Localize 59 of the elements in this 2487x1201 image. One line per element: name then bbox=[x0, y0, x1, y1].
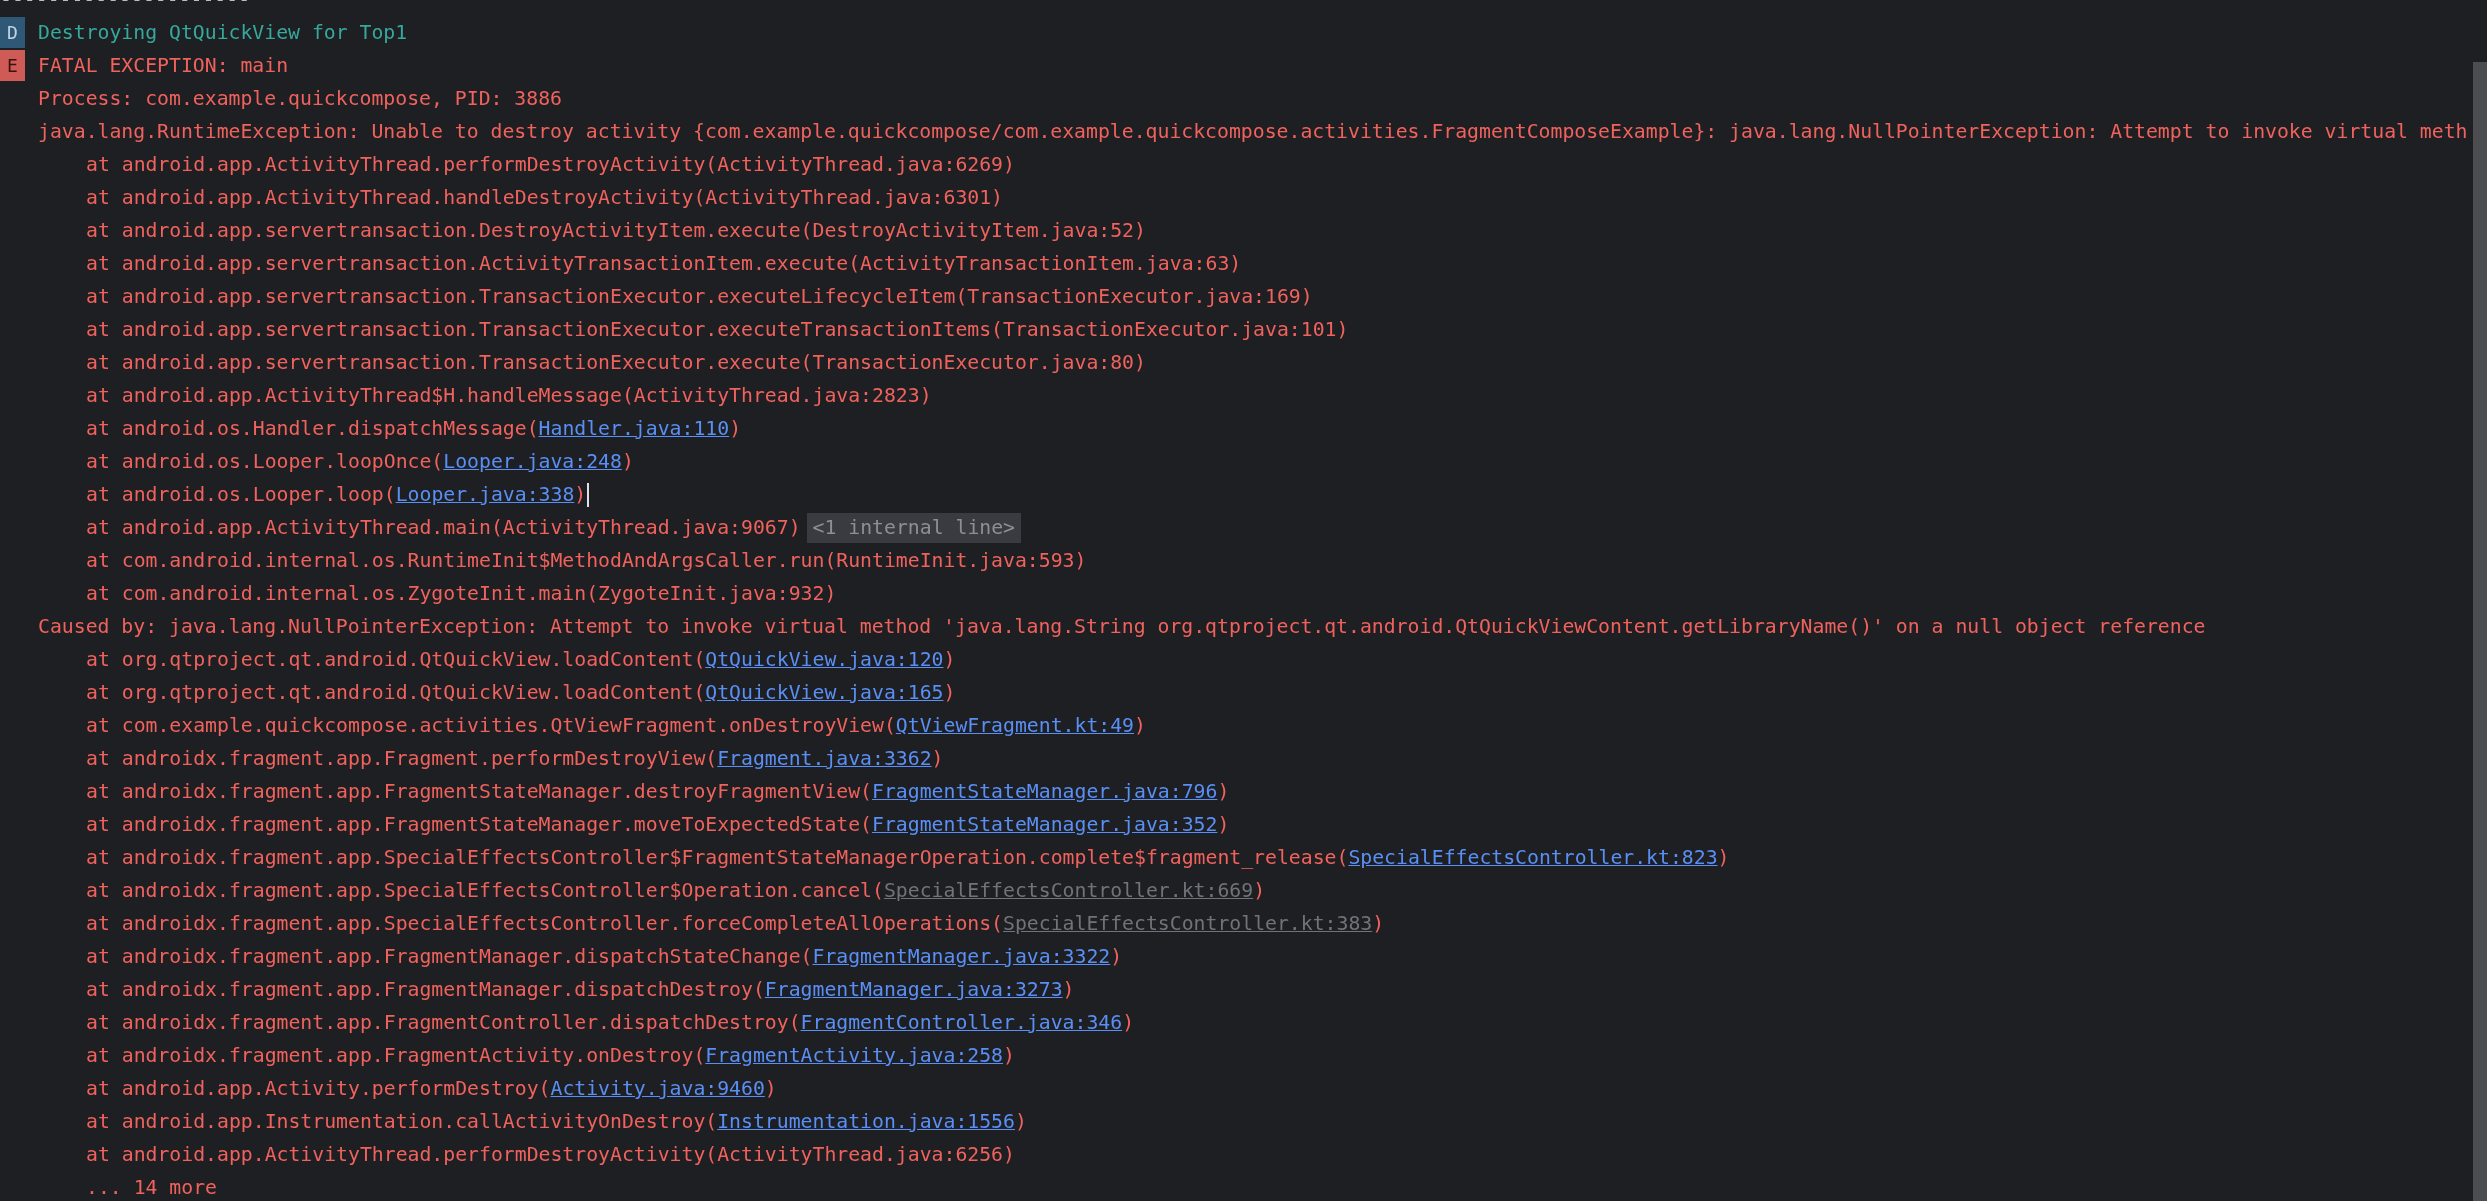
source-link[interactable]: QtViewFragment.kt:49 bbox=[895, 714, 1135, 737]
source-link[interactable]: QtQuickView.java:120 bbox=[705, 648, 944, 671]
stack-frame: at android.app.servertransaction.DestroyActivityItem.execute(DestroyActivityItem.java:52) bbox=[38, 219, 1146, 242]
stack-frame: at androidx.fragment.app.FragmentManager.dispatchDestroy(FragmentManager.java:3273) bbox=[38, 978, 1075, 1001]
stack-frame: at org.qtproject.qt.android.QtQuickView.loadContent(QtQuickView.java:165) bbox=[38, 681, 956, 704]
stack-frame: at android.app.Instrumentation.callActivityOnDestroy(Instrumentation.java:1556) bbox=[38, 1110, 1027, 1133]
source-link[interactable]: Instrumentation.java:1556 bbox=[717, 1110, 1015, 1133]
log-message: java.lang.RuntimeException: Unable to destroy activity {com.example.quickcompose/com.example.quickcompose.activities.FragmentComposeExample}: java.lang.NullPointerException: Attempt to invoke virtual meth bbox=[38, 120, 2468, 143]
stack-frame: at androidx.fragment.app.SpecialEffectsController$Operation.cancel(SpecialEffectsController.kt:669) bbox=[38, 879, 1266, 902]
source-link[interactable]: FragmentManager.java:3273 bbox=[764, 978, 1063, 1001]
stack-frame: at android.os.Looper.loop(Looper.java:338) bbox=[38, 483, 587, 506]
stack-frame: at androidx.fragment.app.FragmentStateManager.destroyFragmentView(FragmentStateManager.java:796) bbox=[38, 780, 1230, 803]
stack-frame: at android.app.servertransaction.ActivityTransactionItem.execute(ActivityTransactionItem.java:63) bbox=[38, 252, 1242, 275]
stack-frame: ... 14 more bbox=[38, 1176, 217, 1199]
source-link[interactable]: QtQuickView.java:165 bbox=[705, 681, 944, 704]
stack-frame: at android.app.servertransaction.TransactionExecutor.executeLifecycleItem(TransactionExecutor.java:169) bbox=[38, 285, 1313, 308]
separator-line: --------------------- bbox=[0, 0, 251, 11]
stack-frame: at androidx.fragment.app.FragmentStateManager.moveToExpectedState(FragmentStateManager.java:352) bbox=[38, 813, 1230, 836]
source-link[interactable]: FragmentStateManager.java:352 bbox=[872, 813, 1218, 836]
source-link[interactable]: Activity.java:9460 bbox=[550, 1077, 765, 1100]
stack-frame: at android.app.ActivityThread.handleDestroyActivity(ActivityThread.java:6301) bbox=[38, 186, 1004, 209]
stack-frame: at androidx.fragment.app.Fragment.performDestroyView(Fragment.java:3362) bbox=[38, 747, 944, 770]
stack-frame: at com.android.internal.os.ZygoteInit.main(ZygoteInit.java:932) bbox=[38, 582, 837, 605]
log-message: Process: com.example.quickcompose, PID: 3886 bbox=[38, 87, 562, 110]
stack-frame: at com.example.quickcompose.activities.QtViewFragment.onDestroyView(QtViewFragment.kt:49) bbox=[38, 714, 1146, 737]
source-link[interactable]: Fragment.java:3362 bbox=[717, 747, 932, 770]
stack-frame: at androidx.fragment.app.FragmentActivity.onDestroy(FragmentActivity.java:258) bbox=[38, 1044, 1015, 1067]
log-message: Destroying QtQuickView for Top1 bbox=[38, 21, 408, 44]
source-link[interactable]: SpecialEffectsController.kt:383 bbox=[1003, 912, 1373, 935]
source-link[interactable]: Looper.java:248 bbox=[443, 450, 622, 473]
log-message: FATAL EXCEPTION: main bbox=[38, 54, 289, 77]
stack-frame: at android.app.ActivityThread.performDestroyActivity(ActivityThread.java:6256) bbox=[38, 1143, 1015, 1166]
scrollbar[interactable] bbox=[2473, 62, 2487, 1201]
stack-frame: at android.app.ActivityThread$H.handleMessage(ActivityThread.java:2823) bbox=[38, 384, 932, 407]
source-link[interactable]: Handler.java:110 bbox=[538, 417, 730, 440]
source-link[interactable]: Looper.java:338 bbox=[395, 483, 575, 506]
stack-frame: at androidx.fragment.app.SpecialEffectsController$FragmentStateManagerOperation.complete$fragment_release(SpecialEffectsController.kt:823) bbox=[38, 846, 1730, 869]
stack-frame: at android.app.Activity.performDestroy(Activity.java:9460) bbox=[38, 1077, 777, 1100]
stack-frame: at androidx.fragment.app.FragmentController.dispatchDestroy(FragmentController.java:346) bbox=[38, 1011, 1135, 1034]
source-link[interactable]: FragmentStateManager.java:796 bbox=[872, 780, 1218, 803]
source-link[interactable]: SpecialEffectsController.kt:823 bbox=[1348, 846, 1718, 869]
source-link[interactable]: SpecialEffectsController.kt:669 bbox=[883, 879, 1254, 902]
stack-frame: at android.app.servertransaction.TransactionExecutor.execute(TransactionExecutor.java:80) bbox=[38, 351, 1146, 374]
stack-frame: at android.app.ActivityThread.performDestroyActivity(ActivityThread.java:6269) bbox=[38, 153, 1015, 176]
stack-frame: at androidx.fragment.app.SpecialEffectsController.forceCompleteAllOperations(SpecialEffectsController.kt:383) bbox=[38, 912, 1385, 935]
stack-frame: at com.android.internal.os.RuntimeInit$MethodAndArgsCaller.run(RuntimeInit.java:593) bbox=[38, 549, 1087, 572]
source-link[interactable]: FragmentManager.java:3322 bbox=[812, 945, 1111, 968]
log-level-tag: D bbox=[0, 17, 25, 48]
log-message: Caused by: java.lang.NullPointerException: Attempt to invoke virtual method 'java.lang.String org.qtproject.qt.android.QtQuickViewContent.getLibraryName()' on a null object reference bbox=[38, 615, 2206, 638]
source-link[interactable]: FragmentActivity.java:258 bbox=[705, 1044, 1004, 1067]
stack-frame: at android.app.ActivityThread.main(ActivityThread.java:9067) bbox=[38, 516, 801, 539]
log-level-tag: E bbox=[0, 50, 25, 81]
stack-frame: at org.qtproject.qt.android.QtQuickView.loadContent(QtQuickView.java:120) bbox=[38, 648, 956, 671]
source-link[interactable]: FragmentController.java:346 bbox=[800, 1011, 1123, 1034]
stack-frame: at androidx.fragment.app.FragmentManager.dispatchStateChange(FragmentManager.java:3322) bbox=[38, 945, 1123, 968]
folded-lines-chip[interactable]: <1 internal line> bbox=[806, 512, 1022, 543]
stack-frame: at android.os.Looper.loopOnce(Looper.java:248) bbox=[38, 450, 634, 473]
stack-frame: at android.os.Handler.dispatchMessage(Handler.java:110) bbox=[38, 417, 742, 440]
stack-frame: at android.app.servertransaction.TransactionExecutor.executeTransactionItems(TransactionExecutor.java:101) bbox=[38, 318, 1349, 341]
